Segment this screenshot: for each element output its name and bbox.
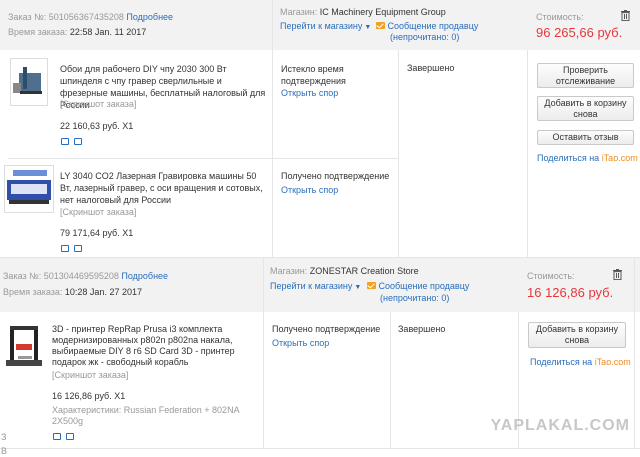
mail-icon — [376, 22, 385, 29]
snapshot-icon[interactable] — [61, 245, 69, 252]
trash-icon[interactable] — [613, 269, 622, 280]
share-link[interactable]: Поделиться на iTao.com — [530, 357, 631, 367]
open-dispute-link[interactable]: Открыть спор — [281, 185, 338, 195]
cost-label: Стоимость: — [527, 271, 575, 281]
cost-label: Стоимость: — [536, 12, 584, 22]
order-number: Заказ №: 501056367435208 Подробнее — [8, 12, 174, 22]
go-to-store-link[interactable]: Перейти к магазину ▼ — [280, 21, 371, 31]
message-icon[interactable] — [74, 245, 82, 252]
cnc-machine-image — [13, 67, 42, 94]
item-status: Получено подтверждение — [281, 171, 390, 181]
snapshot-icon[interactable] — [53, 433, 61, 440]
item-icons — [53, 432, 79, 442]
chevron-down-icon: ▼ — [364, 24, 372, 31]
store-info: Магазин: ZONESTAR Creation Store — [270, 266, 419, 276]
add-to-cart-again-button[interactable]: Добавить в корзину снова — [528, 322, 626, 348]
item-status: Получено подтверждение — [272, 324, 381, 334]
add-to-cart-again-button[interactable]: Добавить в корзину снова — [537, 96, 634, 121]
order-time: Время заказа: 22:58 Jan. 11 2017 — [8, 27, 147, 37]
unread-count[interactable]: (непрочитано: 0) — [380, 293, 449, 303]
order-details-link[interactable]: Подробнее — [126, 12, 173, 22]
leave-review-button[interactable]: Оставить отзыв — [537, 130, 634, 145]
order-screenshot-link[interactable]: [Скриншот заказа] — [60, 99, 136, 109]
open-dispute-link[interactable]: Открыть спор — [281, 88, 338, 98]
trash-icon[interactable] — [621, 10, 630, 21]
order-screenshot-link[interactable]: [Скриншот заказа] — [52, 370, 128, 380]
product-title[interactable]: 3D - принтер RepRap Prusa i3 комплекта м… — [52, 324, 262, 368]
open-dispute-link[interactable]: Открыть спор — [272, 338, 329, 348]
store-info: Магазин: IC Machinery Equipment Group — [280, 7, 446, 17]
product-thumbnail[interactable] — [2, 320, 46, 374]
item-icons — [61, 244, 87, 254]
message-icon[interactable] — [74, 138, 82, 145]
go-to-store-link[interactable]: Перейти к магазину ▼ — [270, 281, 361, 291]
3d-printer-image — [6, 326, 42, 366]
share-link[interactable]: Поделиться на iTao.com — [537, 153, 638, 163]
side-fragment: З — [1, 432, 7, 442]
product-title[interactable]: LY 3040 CO2 Лазерная Гравировка машины 5… — [60, 170, 270, 206]
watermark: YAPLAKAL.COM — [490, 417, 630, 434]
order-cost: 16 126,86 руб. — [527, 285, 614, 300]
snapshot-icon[interactable] — [61, 138, 69, 145]
side-fragment: В — [1, 446, 8, 456]
order-state: Завершено — [407, 63, 455, 73]
track-shipment-button[interactable]: Проверить отслеживание — [537, 63, 634, 88]
mail-icon — [367, 282, 376, 289]
chevron-down-icon: ▼ — [354, 284, 362, 291]
laser-engraver-image — [7, 170, 51, 204]
item-price: 16 126,86 руб. X1 — [52, 391, 126, 401]
message-icon[interactable] — [66, 433, 74, 440]
item-specs: Характеристики: Russian Federation + 802… — [52, 405, 240, 426]
order-number: Заказ №: 501304469595208 Подробнее — [3, 271, 169, 281]
order-time: Время заказа: 10:28 Jan. 27 2017 — [3, 287, 142, 297]
item-price: 22 160,63 руб. X1 — [60, 121, 134, 131]
message-seller[interactable]: Сообщение продавцу — [367, 281, 469, 291]
order-screenshot-link[interactable]: [Скриншот заказа] — [60, 207, 136, 217]
message-seller[interactable]: Сообщение продавцу — [376, 21, 478, 31]
order-details-link[interactable]: Подробнее — [121, 271, 168, 281]
item-price: 79 171,64 руб. X1 — [60, 228, 134, 238]
unread-count[interactable]: (непрочитано: 0) — [390, 32, 459, 42]
product-thumbnail[interactable] — [4, 165, 54, 213]
product-thumbnail[interactable] — [10, 58, 48, 106]
item-status: Истекло время подтверждения — [281, 64, 346, 86]
order-state: Завершено — [398, 324, 446, 334]
order-cost: 96 265,66 руб. — [536, 25, 623, 40]
item-icons — [61, 137, 87, 147]
